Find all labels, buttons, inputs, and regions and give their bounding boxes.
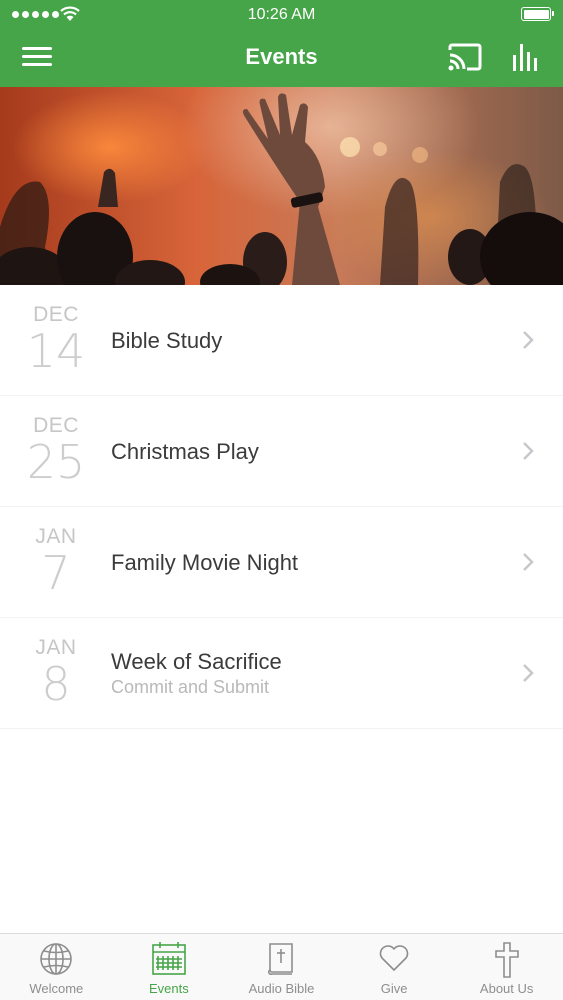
status-time: 10:26 AM bbox=[247, 6, 316, 23]
tab-about-us[interactable]: About Us bbox=[450, 934, 563, 1000]
event-day: 25 bbox=[26, 435, 86, 489]
tab-label: Give bbox=[380, 981, 408, 996]
tab-audio-bible[interactable]: Audio Bible bbox=[225, 934, 338, 1000]
tab-label: Events bbox=[149, 981, 189, 996]
chevron-right-icon bbox=[523, 331, 534, 349]
battery-icon bbox=[521, 7, 554, 21]
event-title: Christmas Play bbox=[111, 439, 259, 464]
hero-image bbox=[0, 87, 563, 285]
tab-label: Welcome bbox=[29, 981, 84, 996]
event-subtitle: Commit and Submit bbox=[111, 677, 270, 697]
chevron-right-icon bbox=[523, 442, 534, 460]
equalizer-icon[interactable] bbox=[511, 42, 541, 72]
event-title: Bible Study bbox=[111, 328, 223, 353]
cast-icon[interactable] bbox=[448, 43, 482, 71]
event-row-bible-study[interactable]: DEC 14 Bible Study bbox=[0, 285, 563, 396]
event-row-week-of-sacrifice[interactable]: JAN 8 Week of Sacrifice Commit and Submi… bbox=[0, 618, 563, 729]
tab-bar: Welcome Events Audio Bible Give About Us bbox=[0, 933, 563, 1000]
event-date: JAN 8 bbox=[0, 636, 112, 711]
event-month: DEC bbox=[33, 303, 79, 326]
bible-icon bbox=[268, 943, 294, 976]
event-row-family-movie-night[interactable]: JAN 7 Family Movie Night bbox=[0, 507, 563, 618]
event-title: Week of Sacrifice bbox=[111, 649, 282, 674]
event-month: DEC bbox=[33, 414, 79, 437]
tab-welcome[interactable]: Welcome bbox=[0, 934, 113, 1000]
chevron-right-icon bbox=[523, 664, 534, 682]
event-date: DEC 25 bbox=[0, 414, 112, 489]
tab-label: Audio Bible bbox=[248, 981, 315, 996]
event-month: JAN bbox=[35, 636, 77, 659]
event-day: 7 bbox=[41, 546, 71, 600]
event-date: JAN 7 bbox=[0, 525, 112, 600]
events-list: DEC 14 Bible Study DEC 25 Christmas Play… bbox=[0, 285, 563, 729]
event-day: 8 bbox=[41, 657, 71, 711]
chevron-right-icon bbox=[523, 553, 534, 571]
event-date: DEC 14 bbox=[0, 303, 112, 378]
tab-events[interactable]: Events bbox=[113, 934, 226, 1000]
tab-give[interactable]: Give bbox=[338, 934, 451, 1000]
tab-label: About Us bbox=[479, 981, 534, 996]
calendar-icon bbox=[152, 942, 186, 975]
event-day: 14 bbox=[26, 324, 86, 378]
cross-icon bbox=[494, 942, 519, 978]
status-bar: 10:26 AM bbox=[0, 0, 563, 30]
event-month: JAN bbox=[35, 525, 77, 548]
nav-bar: Events bbox=[0, 30, 563, 87]
globe-icon bbox=[40, 943, 73, 975]
heart-icon bbox=[379, 945, 409, 971]
event-title: Family Movie Night bbox=[111, 550, 299, 575]
event-row-christmas-play[interactable]: DEC 25 Christmas Play bbox=[0, 396, 563, 507]
